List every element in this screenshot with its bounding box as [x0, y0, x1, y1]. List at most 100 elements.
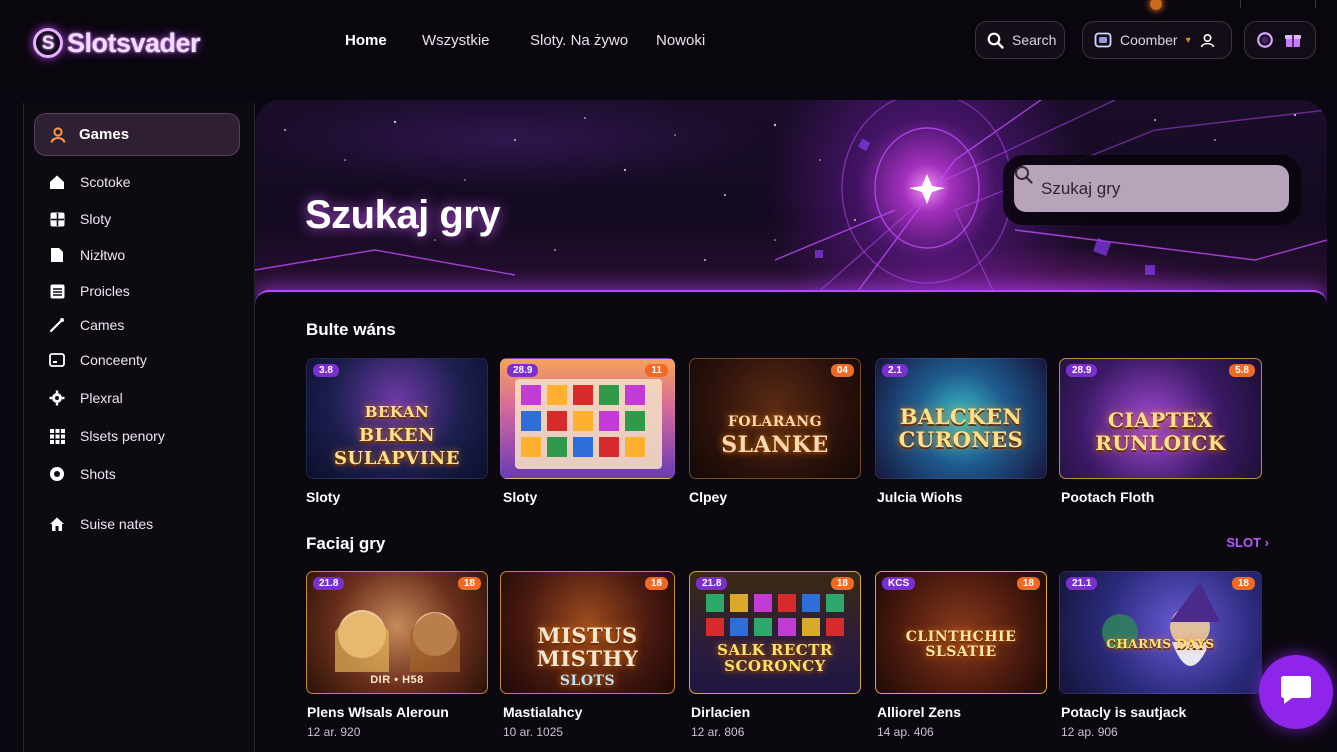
nav-live-slots[interactable]: Sloty. Na żywo [530, 32, 628, 50]
nav-home[interactable]: Home [345, 32, 387, 50]
game-rating-badge: KCS [882, 577, 916, 590]
sidebar-item-live[interactable]: Nizłtwo [48, 246, 125, 264]
home-icon [48, 173, 66, 191]
game-name[interactable]: Plens Włsals Aleroun [307, 704, 449, 720]
sidebar-item-label: Games [79, 126, 130, 143]
hero-search-box[interactable] [1014, 165, 1289, 212]
game-name[interactable]: Julcia Wiohs [877, 489, 962, 505]
sidebar-item-label: Sloty [80, 211, 112, 227]
list-icon [48, 282, 66, 300]
game-tile[interactable]: 3.8 BEKAN BLKEN SULAPVINE [306, 358, 488, 479]
game-art-title: CLINTHCHIE SLSATIE [905, 629, 1017, 660]
game-meta: 12 ap. 906 [1061, 725, 1118, 739]
game-tile[interactable]: 28.9 5.8 CIAPTEX RUNLOICK [1059, 358, 1262, 479]
game-hot-badge: 18 [457, 577, 481, 590]
game-rating-badge: 2.1 [882, 364, 908, 377]
game-art-title: MISTUS MISTHY SLOTS [501, 624, 674, 693]
game-hot-badge: 18 [644, 577, 668, 590]
top-bar: S Slotsvader Home Wszystkie Sloty. Na ży… [0, 0, 1337, 84]
games-content: Bulte wáns 3.8 BEKAN BLKEN SULAPVINE Slo… [255, 290, 1327, 752]
sidebar-item-label: Proicles [80, 283, 130, 299]
game-art-line: MISTUS MISTHY [536, 623, 639, 671]
game-name[interactable]: Sloty [306, 489, 340, 505]
user-icon [1199, 31, 1217, 49]
gem-reels-art [706, 594, 844, 636]
game-art-title: CIAPTEX RUNLOICK [1095, 408, 1226, 455]
sidebar-item-suise-nates[interactable]: Suise nates [48, 515, 153, 533]
sidebar: Games Scotoke Sloty Nizłtwo Proicles Cam… [23, 103, 255, 752]
sidebar-item-conceenty[interactable]: Conceenty [48, 351, 147, 369]
game-name[interactable]: Clpey [689, 489, 727, 505]
game-name[interactable]: Dirlacien [691, 704, 750, 720]
game-rating-badge: 28.9 [1066, 364, 1098, 377]
game-tile[interactable]: KCS 18 CLINTHCHIE SLSATIE [875, 571, 1047, 694]
user-icon [49, 126, 67, 144]
brand-name: Slotsvader [67, 27, 201, 58]
profile-button[interactable] [1244, 21, 1316, 59]
chat-button[interactable] [1259, 655, 1333, 729]
game-hot-badge: 5.8 [1229, 364, 1255, 377]
chevron-down-icon: ▾ [1185, 34, 1191, 46]
search-button-label: Search [1012, 32, 1057, 48]
game-art-title: BEKAN BLKEN SULAPVINE [307, 401, 487, 470]
nav-new[interactable]: Nowoki [656, 32, 705, 50]
game-name[interactable]: Potacly is sautjack [1061, 704, 1186, 720]
search-button[interactable]: Search [975, 21, 1065, 59]
game-hot-badge: 18 [830, 577, 854, 590]
sidebar-item-games[interactable]: Games [34, 113, 240, 156]
game-art-caption: DIR • H58 [370, 674, 424, 686]
game-art-line: SLOTS [559, 673, 616, 689]
gear-icon [48, 389, 66, 407]
game-name[interactable]: Alliorel Zens [877, 704, 961, 720]
game-hot-badge: 18 [1016, 577, 1040, 590]
nav-all[interactable]: Wszystkie [422, 32, 490, 50]
game-hot-badge: 18 [1231, 577, 1255, 590]
account-button[interactable]: Coomber ▾ [1082, 21, 1232, 59]
sidebar-item-sloty[interactable]: Sloty [48, 210, 111, 228]
apps-icon [48, 427, 66, 445]
game-name[interactable]: Sloty [503, 489, 537, 505]
game-tile[interactable]: 21.8 18 DIR • H58 [306, 571, 488, 694]
game-rating-badge: 21.8 [696, 577, 728, 590]
game-tile[interactable]: 21.1 18 CHARMS DAYS [1059, 571, 1262, 694]
game-art-title: FOLARANG SLANKE [690, 411, 860, 457]
game-rating-badge: 21.1 [1066, 577, 1098, 590]
game-hot-badge: 11 [645, 364, 668, 377]
game-art-line: BLKEN SULAPVINE [334, 425, 460, 469]
game-name[interactable]: Pootach Floth [1061, 489, 1154, 505]
section-title: Bulte wáns [306, 320, 396, 339]
sidebar-item-scotoke[interactable]: Scotoke [48, 173, 131, 191]
game-meta: 10 ar. 1025 [503, 725, 564, 739]
see-all-link[interactable]: SLOT › [1226, 535, 1269, 550]
dice-icon [48, 316, 66, 334]
house-icon [48, 515, 66, 533]
sidebar-item-proicles[interactable]: Proicles [48, 282, 130, 300]
hero-search-input[interactable] [1041, 178, 1241, 199]
game-art-line: FOLARANG [727, 414, 823, 430]
game-tile[interactable]: 04 FOLARANG SLANKE [689, 358, 861, 479]
brand-logo[interactable]: S Slotsvader [33, 26, 201, 60]
game-meta: 12 ar. 806 [691, 725, 745, 739]
hero-search-container [1003, 155, 1301, 225]
game-meta: 12 ar. 920 [307, 725, 361, 739]
wizard-art [1102, 582, 1220, 666]
sidebar-item-plexral[interactable]: Plexral [48, 389, 123, 407]
sidebar-item-label: Scotoke [80, 174, 131, 190]
sidebar-item-slsets-penory[interactable]: Slsets penory [48, 427, 165, 445]
sidebar-item-label: Slsets penory [80, 428, 165, 444]
game-tile[interactable]: 28.9 11 [500, 358, 675, 479]
sidebar-item-shots[interactable]: Shots [48, 465, 116, 483]
target-icon [48, 465, 66, 483]
sidebar-item-cames[interactable]: Cames [48, 316, 124, 334]
slot-reels-art [515, 379, 662, 469]
game-tile[interactable]: 2.1 BALCKEN CURONES [875, 358, 1047, 479]
game-art-title: BALCKEN CURONES [898, 404, 1024, 452]
game-name[interactable]: Mastialahcy [503, 704, 582, 720]
game-rating-badge: 3.8 [313, 364, 339, 377]
main-panel: Szukaj gry Bulte wáns 3.8 BEKAN BLKEN SU… [255, 100, 1327, 752]
sidebar-item-label: Plexral [80, 390, 123, 406]
account-label: Coomber [1120, 32, 1178, 48]
game-rating-badge: 28.9 [507, 364, 539, 377]
game-tile[interactable]: 18 MISTUS MISTHY SLOTS [500, 571, 675, 694]
game-tile[interactable]: 21.8 18 SALK RECTR SCORONCY [689, 571, 861, 694]
